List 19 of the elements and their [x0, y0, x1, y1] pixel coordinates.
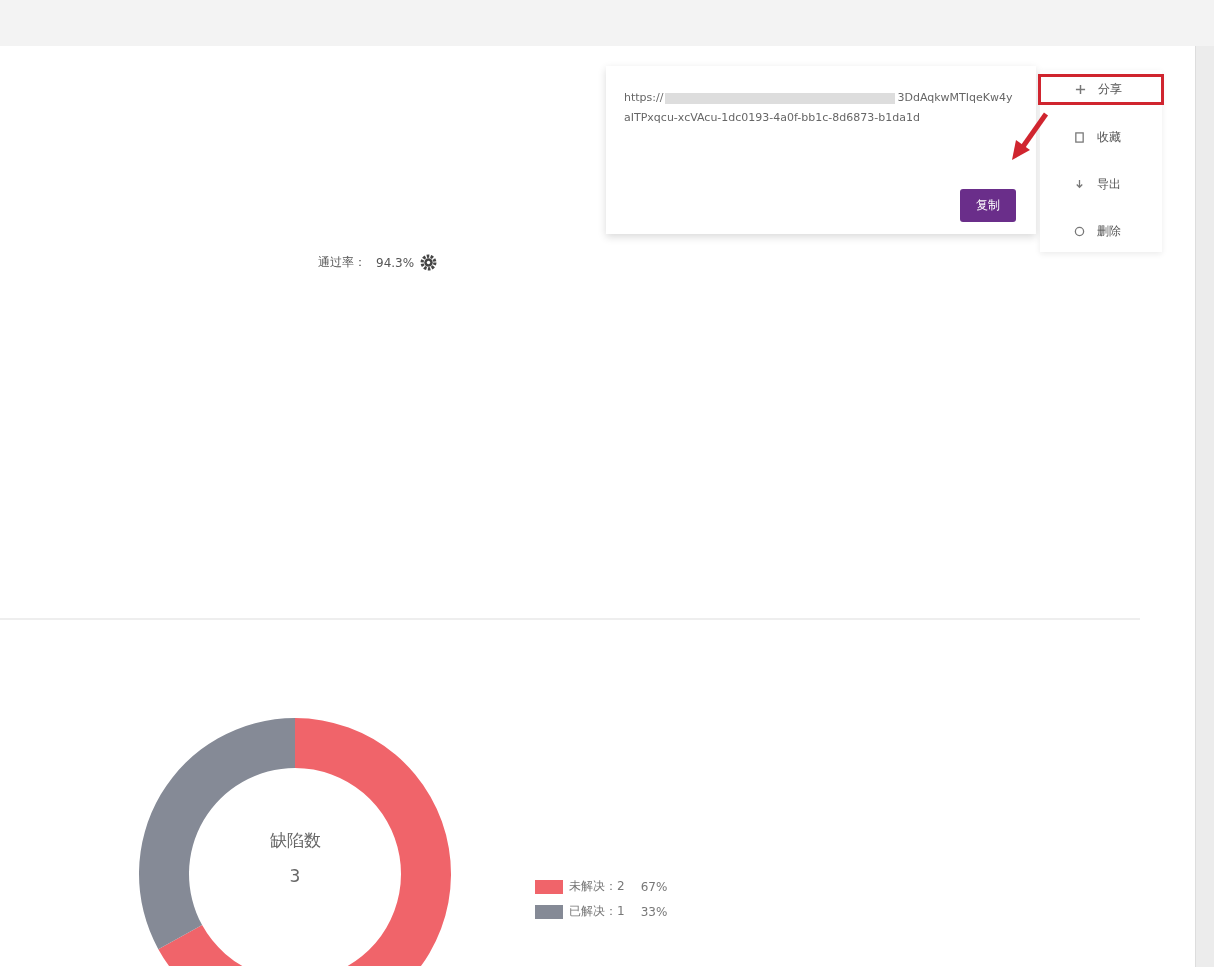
plus-icon [1075, 84, 1086, 95]
menu-item[interactable]: 删除 [1040, 217, 1162, 246]
gear-icon[interactable] [420, 254, 438, 271]
center-label: 缺陷数 [269, 829, 321, 852]
stat-value: 94.3% [376, 255, 415, 270]
annotation-arrow [1010, 112, 1050, 162]
stat-label: 通过率： [318, 254, 366, 271]
down-arrow-icon [1074, 179, 1085, 190]
legend-label: 已解决：1 [569, 903, 625, 920]
legend-label: 未解决：2 [569, 878, 625, 895]
copy-button[interactable]: 复制 [960, 189, 1016, 222]
legend-percent: 33% [640, 904, 668, 919]
document-icon [1074, 132, 1085, 143]
center-value: 3 [289, 866, 301, 886]
circle-icon [1074, 226, 1085, 237]
menu-item[interactable]: 导出 [1040, 170, 1162, 199]
menu-item[interactable]: 分享 [1041, 77, 1161, 102]
menu-item[interactable]: 收藏 [1040, 123, 1162, 152]
legend-percent: 67% [640, 879, 668, 894]
